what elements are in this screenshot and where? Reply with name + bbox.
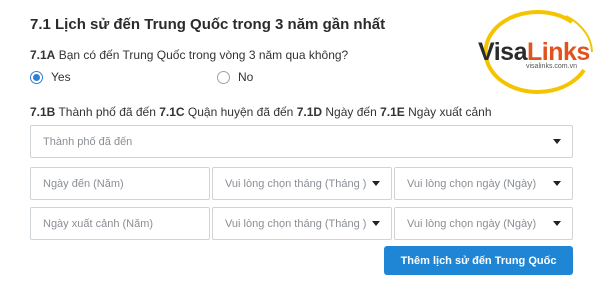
heading-arrival: Ngày đến bbox=[322, 105, 381, 119]
caret-down-icon bbox=[553, 139, 561, 144]
question-text: Bạn có đến Trung Quốc trong vòng 3 năm q… bbox=[55, 48, 349, 62]
logo-visa: Visa bbox=[478, 38, 527, 66]
heading-city: Thành phố đã đến bbox=[55, 105, 160, 119]
caret-down-icon bbox=[372, 221, 380, 226]
radio-no-label: No bbox=[238, 70, 254, 84]
exit-day-placeholder: Vui lòng chọn ngày (Ngày) bbox=[407, 217, 537, 230]
logo-links: Links bbox=[526, 38, 590, 66]
caret-down-icon bbox=[553, 181, 561, 186]
city-select[interactable]: Thành phố đã đến bbox=[30, 125, 573, 158]
arrival-year-input[interactable]: Ngày đến (Năm) bbox=[30, 167, 210, 200]
exit-month-placeholder: Vui lòng chọn tháng (Tháng ) bbox=[225, 217, 367, 230]
radio-option-yes[interactable]: Yes bbox=[30, 70, 71, 84]
heading-code-7-1b: 7.1B bbox=[30, 105, 56, 119]
arrival-day-select[interactable]: Vui lòng chọn ngày (Ngày) bbox=[394, 167, 573, 200]
heading-code-7-1e: 7.1E bbox=[380, 105, 405, 119]
question-code: 7.1A bbox=[30, 48, 56, 62]
question-7-1a: 7.1A Bạn có đến Trung Quốc trong vòng 3 … bbox=[30, 48, 348, 62]
add-china-history-button[interactable]: Thêm lịch sử đến Trung Quốc bbox=[384, 246, 573, 275]
heading-district: Quận huyện đã đến bbox=[184, 105, 297, 119]
exit-year-input[interactable]: Ngày xuất cảnh (Năm) bbox=[30, 207, 210, 240]
arrival-month-select[interactable]: Vui lòng chọn tháng (Tháng ) bbox=[212, 167, 392, 200]
radio-yes[interactable] bbox=[30, 70, 43, 84]
heading-code-7-1c: 7.1C bbox=[159, 105, 185, 119]
arrival-month-placeholder: Vui lòng chọn tháng (Tháng ) bbox=[225, 177, 367, 190]
section-title: 7.1 Lịch sử đến Trung Quốc trong 3 năm g… bbox=[30, 16, 386, 33]
field-headings: 7.1B Thành phố đã đến 7.1C Quận huyện đã… bbox=[30, 105, 492, 119]
arrival-day-placeholder: Vui lòng chọn ngày (Ngày) bbox=[407, 177, 537, 190]
radio-no[interactable] bbox=[217, 70, 230, 84]
exit-day-select[interactable]: Vui lòng chọn ngày (Ngày) bbox=[394, 207, 573, 240]
heading-code-7-1d: 7.1D bbox=[296, 105, 323, 119]
caret-down-icon bbox=[372, 181, 380, 186]
caret-down-icon bbox=[553, 221, 561, 226]
heading-exit: Ngày xuất cảnh bbox=[404, 105, 492, 119]
city-select-placeholder: Thành phố đã đến bbox=[43, 135, 133, 148]
arrival-year-placeholder: Ngày đến (Năm) bbox=[43, 177, 124, 190]
radio-yes-label: Yes bbox=[51, 70, 71, 84]
logo-url: visalinks.com.vn bbox=[526, 63, 577, 70]
exit-month-select[interactable]: Vui lòng chọn tháng (Tháng ) bbox=[212, 207, 392, 240]
radio-option-no[interactable]: No bbox=[217, 70, 253, 84]
exit-year-placeholder: Ngày xuất cảnh (Năm) bbox=[43, 217, 154, 230]
